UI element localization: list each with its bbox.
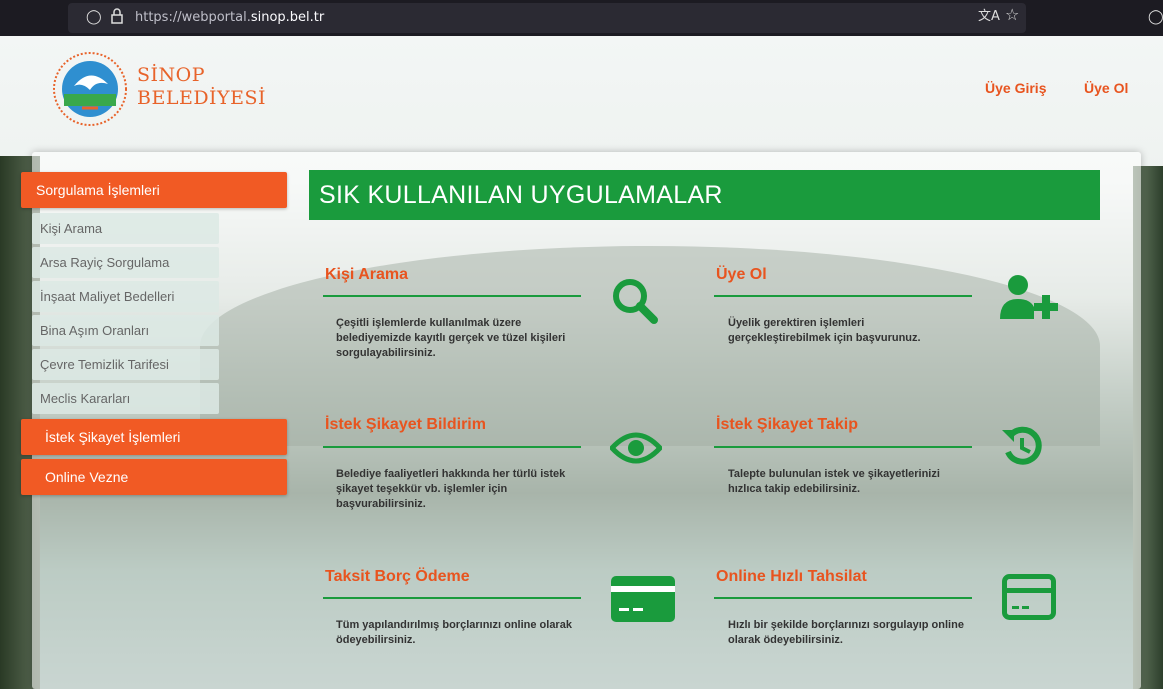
user-plus-icon[interactable]: [998, 273, 1060, 321]
sidebar-item-cevre-temizlik[interactable]: Çevre Temizlik Tarifesi: [32, 349, 219, 380]
star-icon[interactable]: ☆: [1005, 6, 1019, 24]
lock-icon[interactable]: [110, 8, 124, 29]
pocket-icon[interactable]: ◯: [1148, 8, 1163, 26]
card-divider: [323, 446, 581, 448]
credit-card-icon[interactable]: [611, 576, 675, 622]
card-divider: [323, 295, 581, 297]
sidebar-item-insaat-maliyet[interactable]: İnşaat Maliyet Bedelleri: [32, 281, 219, 312]
card-divider: [714, 295, 972, 297]
sidebar-section-istek-sikayet[interactable]: İstek Şikayet İşlemleri: [21, 419, 287, 455]
sidebar-section-sorgulama[interactable]: Sorgulama İşlemleri: [21, 172, 287, 208]
logo-text[interactable]: SİNOP BELEDİYESİ: [137, 64, 266, 110]
sidebar-item-bina-asim[interactable]: Bina Aşım Oranları: [32, 315, 219, 346]
logo-line-2: BELEDİYESİ: [137, 87, 266, 109]
card-divider: [714, 597, 972, 599]
url-domain: sinop.bel.tr: [250, 10, 325, 25]
card-title-istek-sikayet-bildirim[interactable]: İstek Şikayet Bildirim: [325, 416, 486, 434]
card-title-uye-ol[interactable]: Üye Ol: [716, 266, 767, 284]
card-title-taksit-borc[interactable]: Taksit Borç Ödeme: [325, 568, 470, 586]
register-link[interactable]: Üye Ol: [1084, 80, 1128, 96]
site-header: SİNOP BELEDİYESİ Üye Giriş Üye Ol: [0, 36, 1163, 146]
url-text[interactable]: https://webportal.sinop.bel.tr: [135, 10, 324, 25]
card-divider: [714, 446, 972, 448]
card-divider: [323, 597, 581, 599]
browser-toolbar: ◯ https://webportal.sinop.bel.tr 文A ☆ ◯: [0, 0, 1163, 36]
page-title: SIK KULLANILAN UYGULAMALAR: [309, 170, 1100, 220]
history-icon[interactable]: [1000, 424, 1046, 470]
url-prefix: https://webportal.: [135, 10, 251, 25]
translate-icon[interactable]: 文A: [978, 8, 1000, 26]
shield-icon[interactable]: ◯: [86, 8, 102, 26]
card-desc-istek-sikayet-takip: Talepte bulunulan istek ve şikayetlerini…: [728, 468, 940, 495]
card-desc-online-hizli: Hızlı bir şekilde borçlarınızı sorgulayı…: [728, 619, 964, 646]
sidebar-item-meclis-kararlari[interactable]: Meclis Kararları: [32, 383, 219, 414]
card-title-online-hizli[interactable]: Online Hızlı Tahsilat: [716, 568, 867, 586]
credit-card-outline-icon[interactable]: [1002, 574, 1056, 620]
card-title-istek-sikayet-takip[interactable]: İstek Şikayet Takip: [716, 416, 858, 434]
card-desc-kisi-arama: Çeşitli işlemlerde kullanılmak üzere bel…: [336, 317, 566, 359]
search-icon[interactable]: [610, 276, 660, 326]
sidebar-item-kisi-arama[interactable]: Kişi Arama: [32, 213, 219, 244]
logo-line-1: SİNOP: [137, 64, 206, 86]
card-desc-istek-sikayet-bildirim: Belediye faaliyetleri hakkında her türlü…: [336, 468, 566, 510]
sidebar-item-arsa-rayic[interactable]: Arsa Rayiç Sorgulama: [32, 247, 219, 278]
sinop-seal-logo[interactable]: [52, 46, 128, 132]
card-desc-taksit-borc: Tüm yapılandırılmış borçlarınızı online …: [336, 619, 572, 646]
login-link[interactable]: Üye Giriş: [985, 80, 1046, 96]
eye-icon[interactable]: [610, 430, 662, 466]
sidebar-section-online-vezne[interactable]: Online Vezne: [21, 459, 287, 495]
card-desc-uye-ol: Üyelik gerektiren işlemleri gerçekleştir…: [728, 317, 921, 344]
card-title-kisi-arama[interactable]: Kişi Arama: [325, 266, 408, 284]
